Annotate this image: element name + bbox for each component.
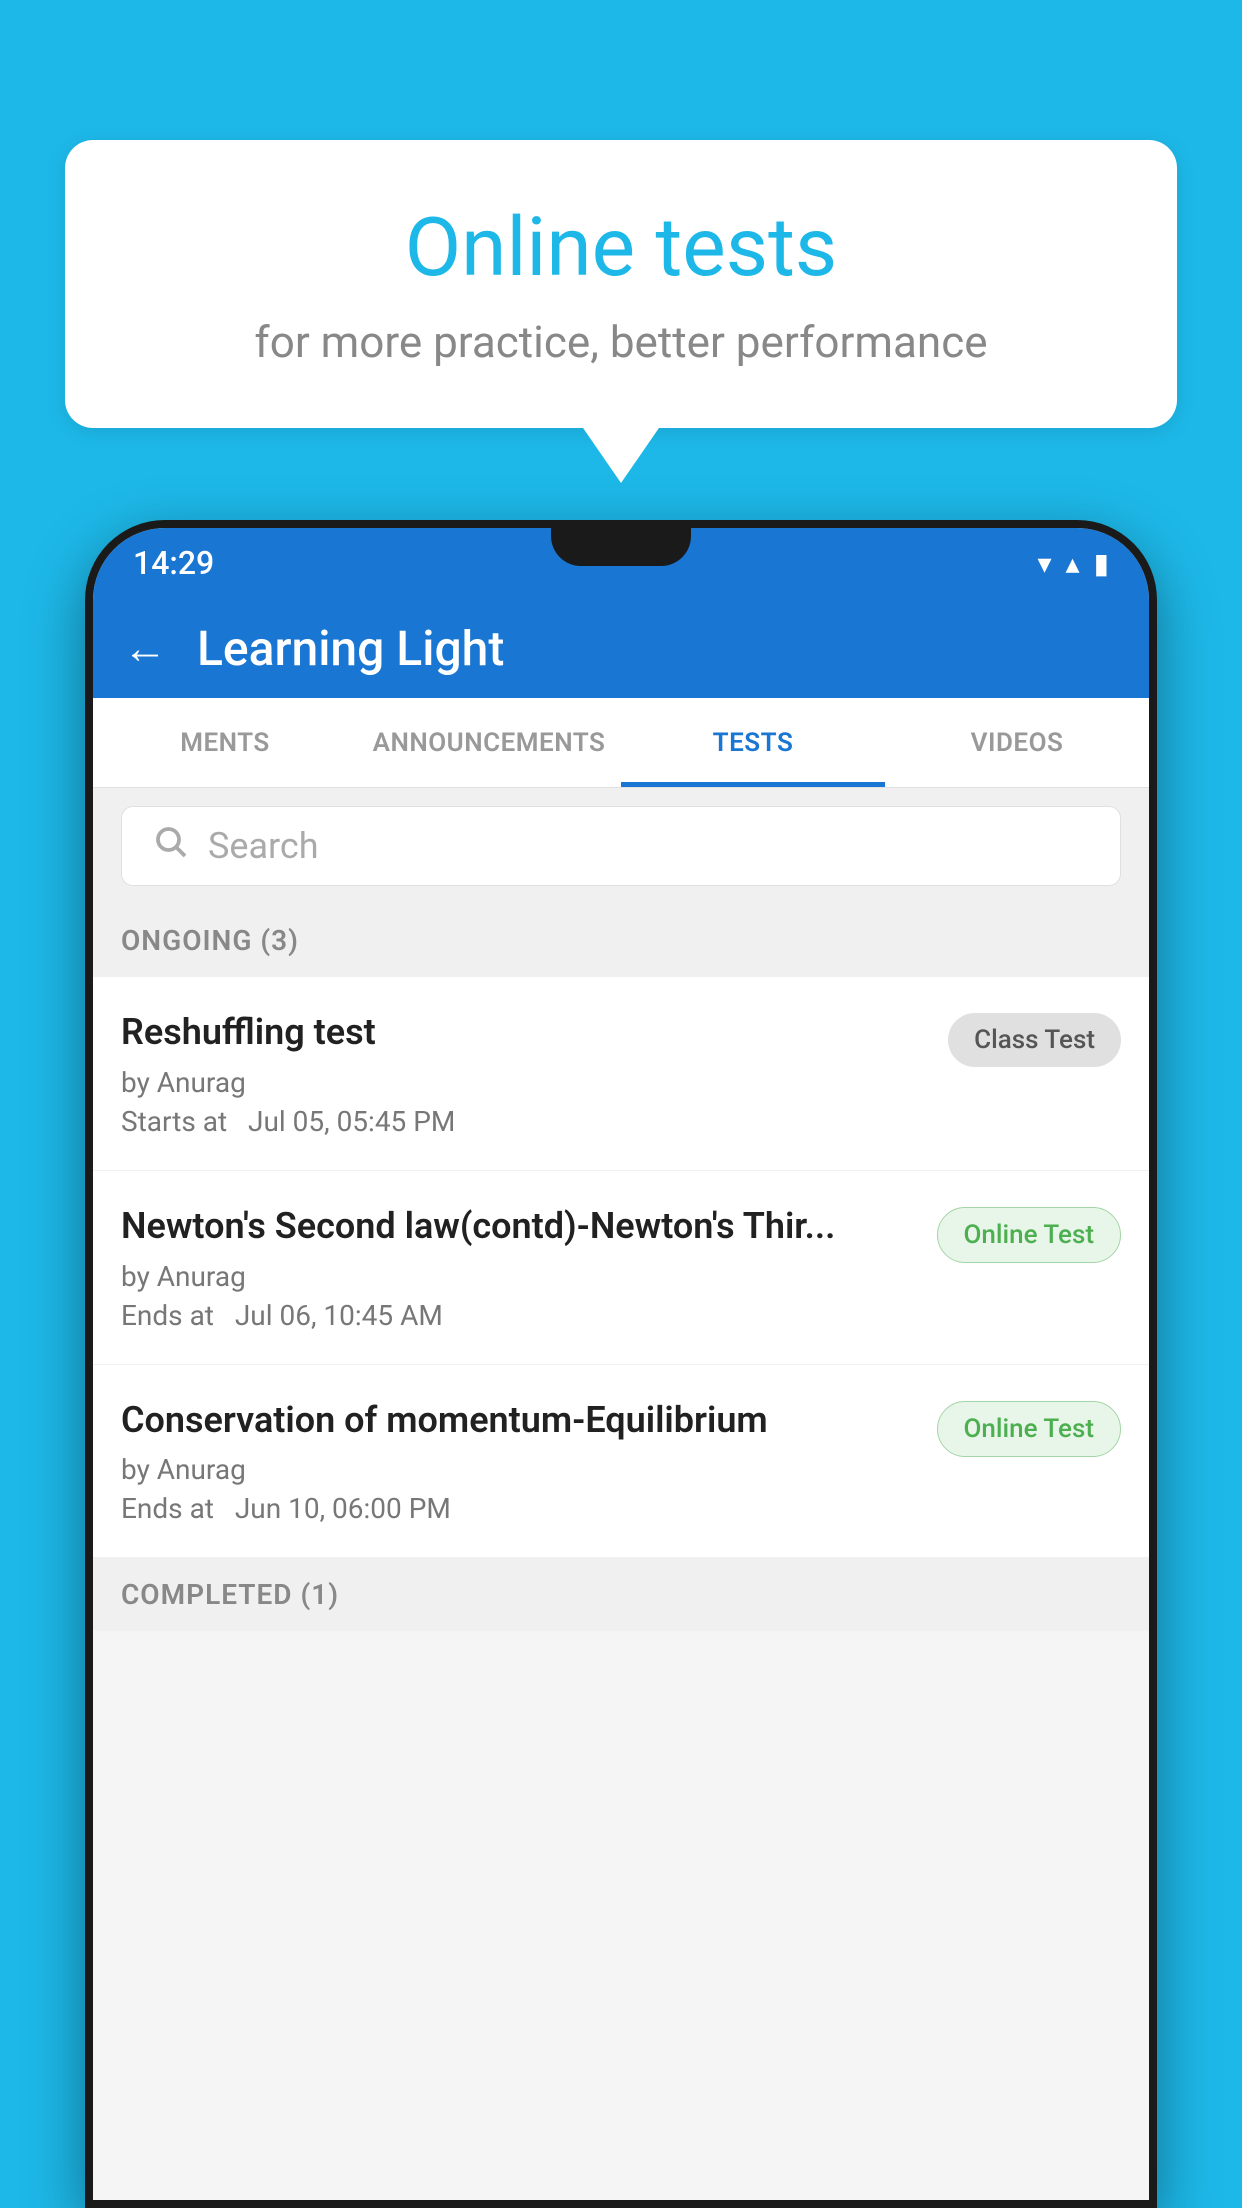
status-time: 14:29 [133, 544, 214, 582]
phone-frame: 14:29 ▾ ▴ ▮ ← Learning Light MENTS ANNOU… [85, 520, 1157, 2208]
search-bar[interactable]: Search [121, 806, 1121, 886]
test-badge-1: Class Test [948, 1013, 1121, 1067]
test-name-2: Newton's Second law(contd)-Newton's Thir… [121, 1203, 917, 1250]
completed-section-header: COMPLETED (1) [93, 1558, 1149, 1631]
test-time-3: Ends at Jun 10, 06:00 PM [121, 1492, 917, 1525]
search-container: Search [93, 788, 1149, 904]
status-bar: 14:29 ▾ ▴ ▮ [93, 528, 1149, 598]
phone-screen: 14:29 ▾ ▴ ▮ ← Learning Light MENTS ANNOU… [93, 528, 1149, 2200]
back-button[interactable]: ← [123, 622, 167, 674]
test-by-2: by Anurag [121, 1260, 917, 1293]
tab-ments[interactable]: MENTS [93, 698, 357, 787]
test-info-2: Newton's Second law(contd)-Newton's Thir… [121, 1203, 917, 1332]
test-list: Reshuffling test by Anurag Starts at Jul… [93, 977, 1149, 1558]
test-time-2: Ends at Jul 06, 10:45 AM [121, 1299, 917, 1332]
test-info-3: Conservation of momentum-Equilibrium by … [121, 1397, 917, 1526]
test-time-1: Starts at Jul 05, 05:45 PM [121, 1105, 928, 1138]
completed-label: COMPLETED (1) [121, 1578, 339, 1611]
status-icons: ▾ ▴ ▮ [1037, 547, 1109, 580]
test-by-1: by Anurag [121, 1066, 928, 1099]
search-icon [152, 823, 188, 869]
battery-icon: ▮ [1094, 547, 1109, 580]
app-title: Learning Light [197, 620, 504, 677]
tab-videos[interactable]: VIDEOS [885, 698, 1149, 787]
app-bar: ← Learning Light [93, 598, 1149, 698]
promo-section: Online tests for more practice, better p… [65, 140, 1177, 428]
test-info-1: Reshuffling test by Anurag Starts at Jul… [121, 1009, 928, 1138]
test-by-3: by Anurag [121, 1453, 917, 1486]
test-badge-3: Online Test [937, 1401, 1122, 1457]
ongoing-label: ONGOING (3) [121, 924, 299, 957]
test-name-1: Reshuffling test [121, 1009, 928, 1056]
bubble-subtitle: for more practice, better performance [145, 316, 1097, 368]
tabs-bar: MENTS ANNOUNCEMENTS TESTS VIDEOS [93, 698, 1149, 788]
signal-icon: ▴ [1066, 547, 1080, 580]
search-placeholder: Search [208, 825, 319, 867]
ongoing-section-header: ONGOING (3) [93, 904, 1149, 977]
wifi-icon: ▾ [1037, 547, 1051, 580]
test-badge-2: Online Test [937, 1207, 1122, 1263]
test-item-2[interactable]: Newton's Second law(contd)-Newton's Thir… [93, 1171, 1149, 1365]
speech-bubble: Online tests for more practice, better p… [65, 140, 1177, 428]
bubble-title: Online tests [145, 200, 1097, 296]
notch [551, 528, 691, 566]
test-name-3: Conservation of momentum-Equilibrium [121, 1397, 917, 1444]
tab-announcements[interactable]: ANNOUNCEMENTS [357, 698, 621, 787]
test-item-3[interactable]: Conservation of momentum-Equilibrium by … [93, 1365, 1149, 1559]
test-item-1[interactable]: Reshuffling test by Anurag Starts at Jul… [93, 977, 1149, 1171]
tab-tests[interactable]: TESTS [621, 698, 885, 787]
